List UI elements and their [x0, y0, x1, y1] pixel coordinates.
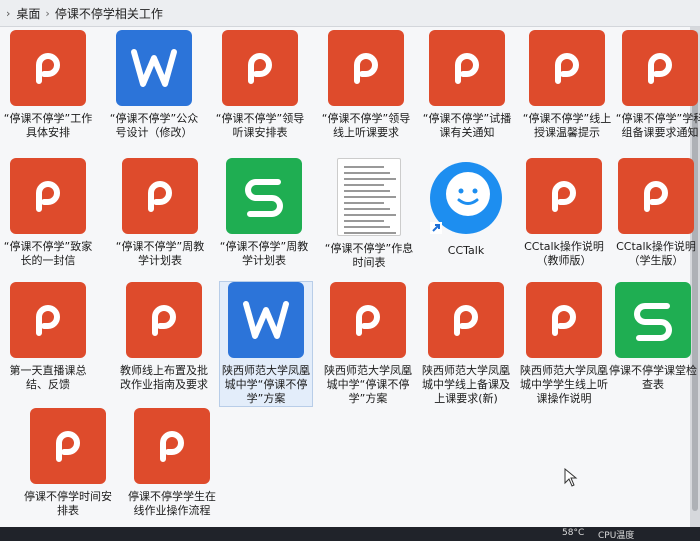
- file-label: 陕西师范大学凤凰城中学“停课不停学”方案: [222, 364, 310, 405]
- file-label: “停课不停学”公众号设计（修改）: [109, 112, 199, 139]
- file-item[interactable]: CCtalk操作说明（学生版）: [610, 158, 700, 268]
- file-item[interactable]: 陕西师范大学凤凰城中学“停课不停学”方案: [322, 282, 414, 406]
- ppt-file-icon: [126, 282, 202, 358]
- ppt-file-icon: [529, 30, 605, 106]
- ppt-file-icon: [10, 158, 86, 234]
- ppt-file-icon: [330, 282, 406, 358]
- file-item[interactable]: “停课不停学”试播课有关通知: [421, 30, 513, 140]
- file-item[interactable]: 停课不停学学生在线作业操作流程: [126, 408, 218, 518]
- file-label: 陕西师范大学凤凰城中学学生线上听课操作说明: [520, 364, 608, 405]
- file-item[interactable]: “停课不停学”致家长的一封信: [2, 158, 94, 268]
- chevron-right-icon[interactable]: ›: [6, 7, 10, 20]
- ppt-file-icon: [622, 30, 698, 106]
- ppt-file-icon: [428, 282, 504, 358]
- file-label: “停课不停学”周教学计划表: [219, 240, 309, 267]
- ppt-file-icon: [122, 158, 198, 234]
- file-item[interactable]: “停课不停学”作息时间表: [323, 158, 415, 270]
- file-label: “停课不停学”领导听课安排表: [215, 112, 305, 139]
- file-label: 停课不停学课堂检查表: [609, 364, 697, 391]
- ppt-file-icon: [526, 282, 602, 358]
- file-label: 教师线上布置及批改作业指南及要求: [120, 364, 208, 391]
- breadcrumb-folder[interactable]: 停课不停学相关工作: [55, 5, 163, 22]
- ppt-file-icon: [618, 158, 694, 234]
- file-label: 陕西师范大学凤凰城中学“停课不停学”方案: [324, 364, 412, 405]
- image-file-icon: [337, 158, 401, 236]
- file-label: 第一天直播课总结、反馈: [9, 364, 87, 391]
- file-item[interactable]: 教师线上布置及批改作业指南及要求: [118, 282, 210, 392]
- taskbar: 58°C CPU温度: [0, 527, 700, 541]
- ppt-file-icon: [526, 158, 602, 234]
- ppt-file-icon: [30, 408, 106, 484]
- file-label: “停课不停学”周教学计划表: [115, 240, 205, 267]
- word-file-icon: [228, 282, 304, 358]
- ppt-file-icon: [10, 30, 86, 106]
- file-label: CCtalk操作说明（教师版）: [524, 240, 604, 267]
- file-label: CCtalk操作说明（学生版）: [616, 240, 696, 267]
- ppt-file-icon: [328, 30, 404, 106]
- file-item[interactable]: 第一天直播课总结、反馈: [2, 282, 94, 392]
- file-item[interactable]: “停课不停学”领导听课安排表: [214, 30, 306, 140]
- file-label: “停课不停学”作息时间表: [324, 242, 414, 269]
- file-label: “停课不停学”试播课有关通知: [422, 112, 512, 139]
- spreadsheet-file-icon: [226, 158, 302, 234]
- spreadsheet-file-icon: [615, 282, 691, 358]
- file-item[interactable]: “停课不停学”周教学计划表: [114, 158, 206, 268]
- file-label: CCTalk: [447, 244, 485, 257]
- file-item[interactable]: “停课不停学”线上授课温馨提示: [521, 30, 613, 140]
- file-label: “停课不停学”线上授课温馨提示: [522, 112, 612, 139]
- file-label: 停课不停学时间安排表: [24, 490, 112, 517]
- file-label: 陕西师范大学凤凰城中学线上备课及上课要求(新): [422, 364, 510, 405]
- file-item[interactable]: CCTalk: [420, 158, 512, 258]
- file-item[interactable]: 陕西师范大学凤凰城中学“停课不停学”方案: [219, 281, 313, 407]
- file-label: “停课不停学”致家长的一封信: [3, 240, 93, 267]
- word-file-icon: [116, 30, 192, 106]
- cctalk-app-icon: [426, 158, 506, 238]
- file-label: “停课不停学”领导线上听课要求: [321, 112, 411, 139]
- file-item[interactable]: 停课不停学时间安排表: [22, 408, 114, 518]
- file-item[interactable]: CCtalk操作说明（教师版）: [518, 158, 610, 268]
- temperature-label: CPU温度: [598, 531, 635, 541]
- ppt-file-icon: [134, 408, 210, 484]
- file-item[interactable]: 陕西师范大学凤凰城中学线上备课及上课要求(新): [420, 282, 512, 406]
- chevron-right-icon: ›: [45, 6, 50, 20]
- file-item[interactable]: “停课不停学”工作具体安排: [2, 30, 94, 140]
- breadcrumb-bar: › 桌面 › 停课不停学相关工作: [0, 0, 700, 27]
- breadcrumb-root[interactable]: 桌面: [16, 5, 40, 22]
- file-item[interactable]: “停课不停学”公众号设计（修改）: [108, 30, 200, 140]
- ppt-file-icon: [222, 30, 298, 106]
- file-item[interactable]: “停课不停学”领导线上听课要求: [320, 30, 412, 140]
- file-label: “停课不停学”工作具体安排: [3, 112, 93, 139]
- file-item[interactable]: “停课不停学”学科组备课要求通知: [614, 30, 700, 140]
- ppt-file-icon: [10, 282, 86, 358]
- ppt-file-icon: [429, 30, 505, 106]
- mouse-cursor-icon: [564, 468, 578, 487]
- file-item[interactable]: 陕西师范大学凤凰城中学学生线上听课操作说明: [518, 282, 610, 406]
- temperature-readout: 58°C: [562, 528, 585, 538]
- file-label: “停课不停学”学科组备课要求通知: [615, 112, 700, 139]
- file-item[interactable]: 停课不停学课堂检查表: [607, 282, 699, 392]
- file-item[interactable]: “停课不停学”周教学计划表: [218, 158, 310, 268]
- file-label: 停课不停学学生在线作业操作流程: [128, 490, 216, 517]
